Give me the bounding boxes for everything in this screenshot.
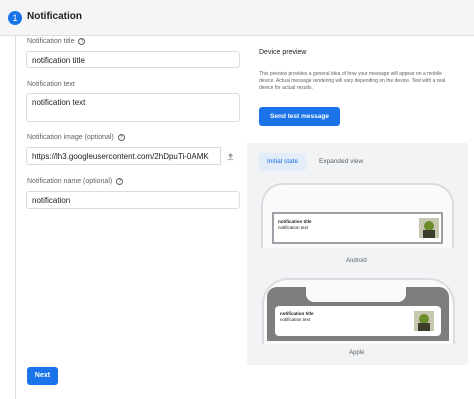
image-label-row: Notification image (optional) ? [27, 134, 125, 141]
device-preview-description: This preview provides a general idea of … [259, 71, 446, 91]
step-header[interactable]: 1 Notification [0, 0, 474, 36]
step-number-badge: 1 [8, 11, 22, 25]
notification-image-input[interactable]: https://lh3.googleusercontent.com/2hDpuT… [26, 147, 240, 165]
text-label-row: Notification text [27, 81, 75, 88]
apple-notification: notification title notification text [275, 306, 441, 336]
notification-title-input[interactable]: notification title [26, 51, 240, 68]
notification-image-thumbnail [419, 218, 439, 238]
android-notification: notification title notification text [272, 212, 443, 244]
help-icon[interactable]: ? [116, 178, 124, 185]
android-notification-title: notification title [278, 219, 312, 224]
notification-image-thumbnail [414, 311, 434, 331]
apple-notch [306, 287, 406, 302]
title-label: Notification title [27, 38, 75, 45]
android-label: Android [346, 258, 367, 264]
send-test-message-button[interactable]: Send test message [259, 107, 340, 126]
name-label: Notification name (optional) [27, 178, 113, 185]
next-button[interactable]: Next [27, 367, 58, 385]
upload-icon [227, 152, 234, 160]
apple-notification-title: notification title [280, 311, 314, 316]
step-connector-line [15, 36, 16, 399]
step-title: Notification [27, 11, 82, 22]
help-icon[interactable]: ? [117, 134, 125, 141]
notification-text-input[interactable]: notification text [26, 93, 240, 122]
upload-button[interactable] [220, 147, 240, 165]
apple-label: Apple [349, 350, 365, 356]
device-preview-title: Device preview [259, 49, 307, 56]
apple-notification-text: notification text [280, 317, 311, 322]
text-label: Notification text [27, 81, 75, 88]
help-icon[interactable]: ? [78, 38, 86, 45]
tab-initial-state[interactable]: Initial state [259, 153, 307, 171]
page: 1 Notification Notification title ? noti… [0, 0, 474, 399]
tab-expanded-view[interactable]: Expanded view [311, 153, 371, 171]
title-label-row: Notification title ? [27, 38, 86, 45]
device-preview-card: Device preview This preview provides a g… [247, 37, 468, 143]
notification-name-input[interactable]: notification [26, 191, 240, 209]
image-label: Notification image (optional) [27, 134, 114, 141]
name-label-row: Notification name (optional) ? [27, 178, 124, 185]
android-notification-text: notification text [278, 225, 309, 230]
